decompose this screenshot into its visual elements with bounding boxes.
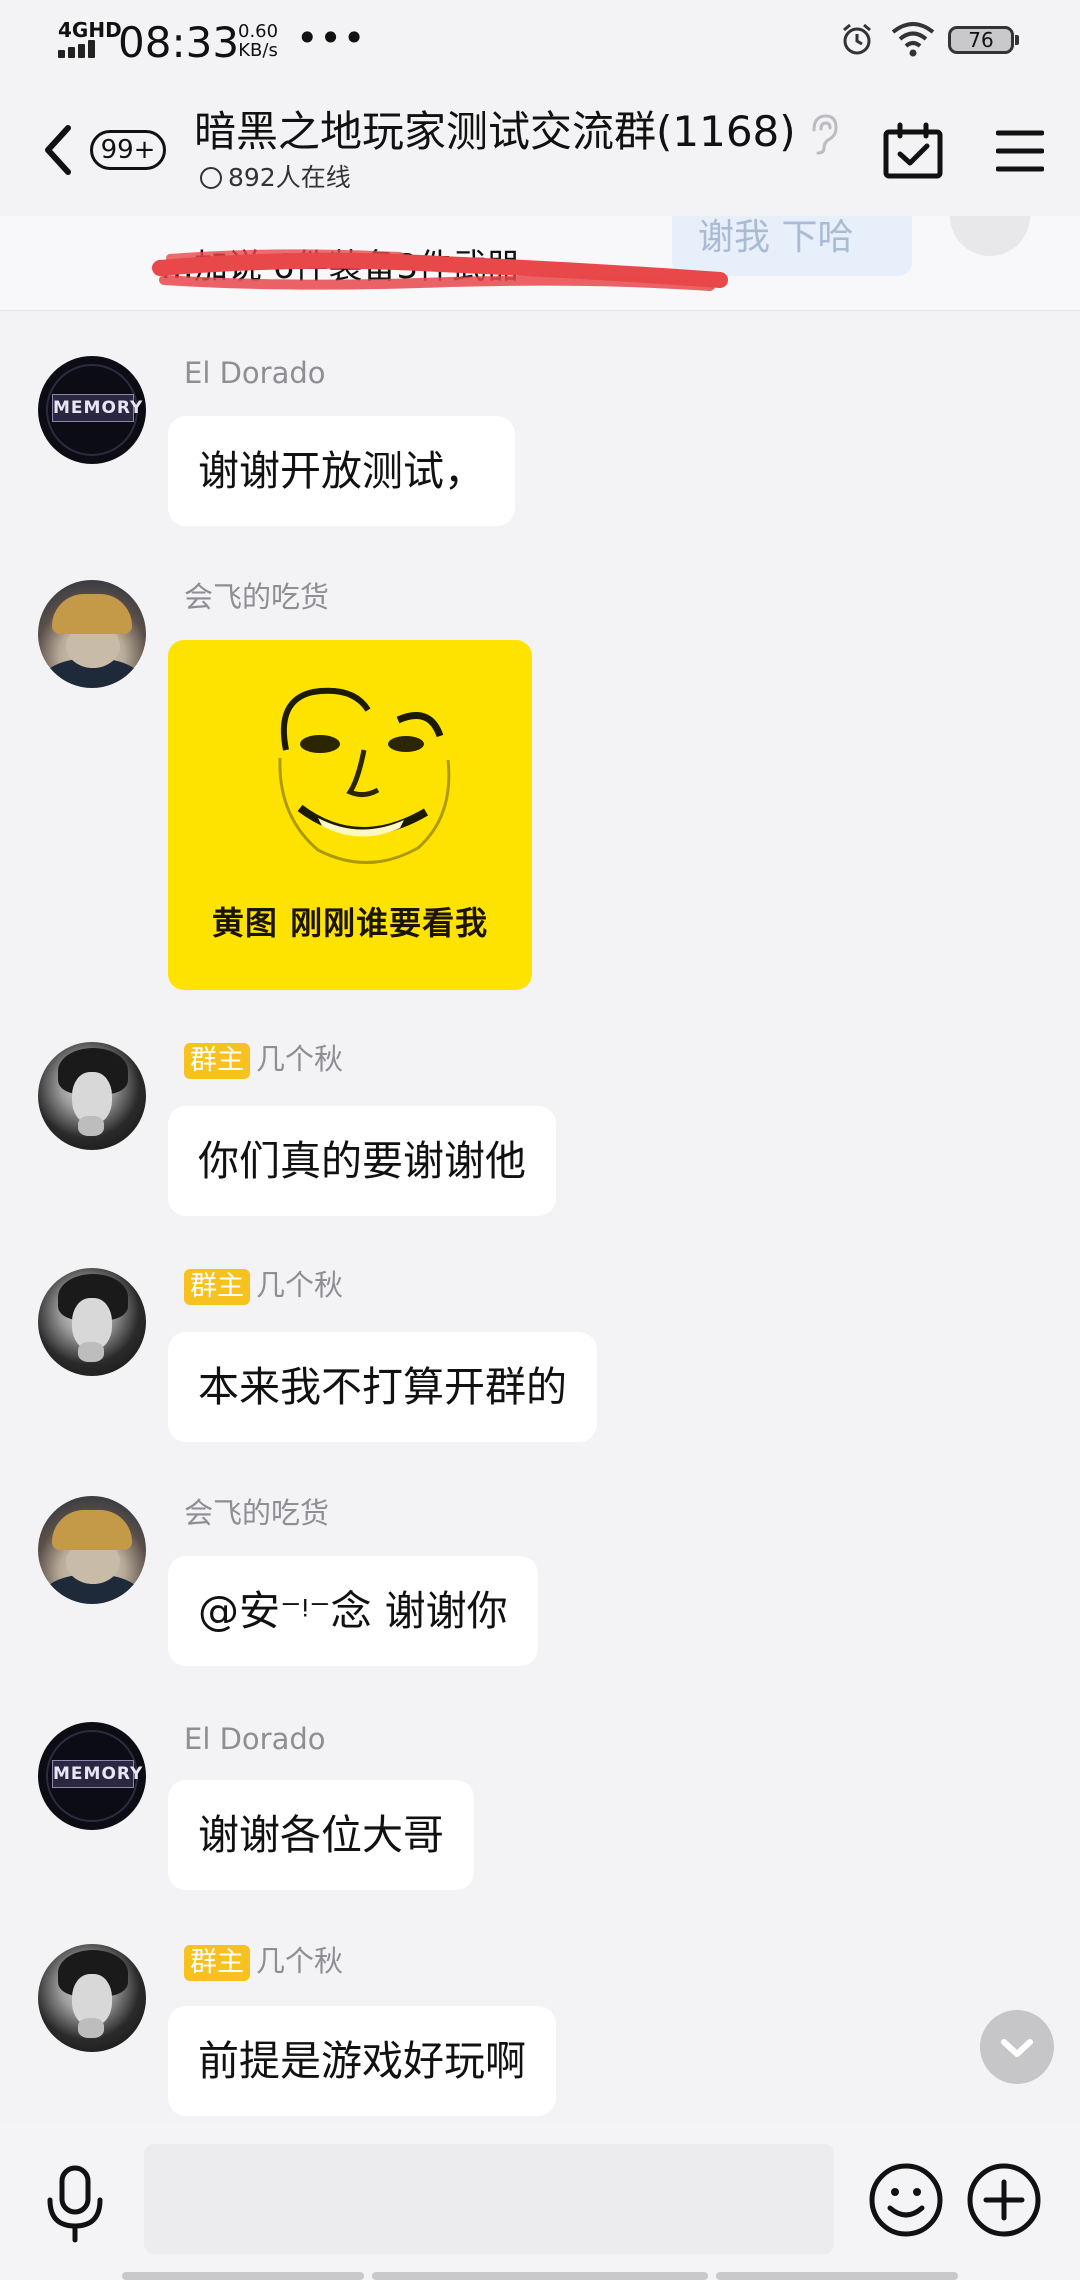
status-bar: 4GHD 08:33 0.60 KB/s ••• 76 (0, 0, 1080, 86)
signal-icon (58, 40, 104, 58)
message-bubble[interactable]: 本来我不打算开群的 (168, 1332, 597, 1442)
notice-avatar-fragment (950, 216, 1030, 256)
calendar-check-icon[interactable] (882, 122, 944, 180)
message-bubble[interactable]: 前提是游戏好玩啊 (168, 2006, 556, 2116)
network-speed: 0.60 KB/s (238, 22, 278, 60)
speed-value: 0.60 (238, 21, 279, 42)
group-owner-tag: 群主 (184, 1043, 250, 1079)
sender-name-row: 群主 几个秋 (184, 1944, 343, 1981)
online-check-icon (200, 167, 222, 189)
sticker-image[interactable]: 黄图 刚刚谁要看我 (168, 640, 532, 990)
pinned-notice-banner[interactable]: 谢我 下哈 …加说 6件装备3件武器 (0, 216, 1080, 311)
sender-name[interactable]: 会飞的吃货 (184, 580, 329, 614)
wifi-icon (891, 22, 935, 57)
message-input-bar (0, 2124, 1080, 2280)
sender-name-row: 群主 几个秋 (184, 1042, 343, 1079)
group-title[interactable]: 暗黑之地玩家测试交流群(1168) (194, 104, 796, 160)
message-bubble[interactable]: @安⁻ᵎ⁻念 谢谢你 (168, 1556, 538, 1666)
redaction-scribble (152, 249, 728, 291)
sender-avatar[interactable] (38, 580, 146, 688)
speed-unit: KB/s (238, 40, 278, 61)
microphone-icon[interactable] (42, 2164, 108, 2244)
message-bubble[interactable]: 你们真的要谢谢他 (168, 1106, 556, 1216)
more-notifications-icon: ••• (296, 16, 367, 60)
network-type: 4GHD (58, 18, 122, 42)
sender-name-row: 群主 几个秋 (184, 1268, 343, 1305)
keyboard-strip-right (716, 2272, 958, 2280)
chevron-down-icon (1001, 2039, 1033, 2057)
memory-logo-text: MEMORY (52, 394, 142, 422)
sender-avatar[interactable] (38, 1268, 146, 1376)
scroll-to-bottom-button[interactable] (980, 2010, 1054, 2084)
message-bubble[interactable]: 谢谢开放测试， (168, 416, 515, 526)
group-owner-tag: 群主 (184, 1269, 250, 1305)
battery-icon: 76 (948, 26, 1019, 54)
sender-avatar[interactable] (38, 1042, 146, 1150)
sender-name[interactable]: 几个秋 (256, 1944, 343, 1978)
clock: 08:33 (118, 18, 240, 67)
sender-name[interactable]: 几个秋 (256, 1268, 343, 1302)
menu-icon[interactable] (996, 128, 1044, 174)
sender-name[interactable]: El Dorado (184, 1722, 326, 1756)
memory-logo-text: MEMORY (52, 1760, 142, 1788)
sender-name[interactable]: 几个秋 (256, 1042, 343, 1076)
sender-name[interactable]: El Dorado (184, 356, 326, 390)
online-status: 892人在线 (200, 162, 351, 194)
sender-avatar[interactable] (38, 1496, 146, 1604)
sender-avatar[interactable]: MEMORY (38, 356, 146, 464)
ear-icon[interactable] (806, 112, 840, 156)
meme-face-icon (278, 687, 451, 864)
message-text-input[interactable] (144, 2144, 834, 2254)
alarm-icon (843, 23, 871, 55)
keyboard-strip-center (372, 2272, 708, 2280)
message-bubble[interactable]: 谢谢各位大哥 (168, 1780, 474, 1890)
group-owner-tag: 群主 (184, 1945, 250, 1981)
unread-count-badge[interactable]: 99+ (90, 130, 166, 170)
sender-avatar[interactable]: MEMORY (38, 1722, 146, 1830)
sender-avatar[interactable] (38, 1944, 146, 2052)
back-arrow-icon[interactable] (40, 122, 76, 178)
plus-icon[interactable] (966, 2162, 1042, 2238)
emoji-icon[interactable] (868, 2162, 944, 2238)
sender-name[interactable]: 会飞的吃货 (184, 1496, 329, 1530)
online-count: 892人在线 (228, 163, 351, 192)
keyboard-strip-left (122, 2272, 364, 2280)
sticker-caption: 黄图 刚刚谁要看我 (211, 904, 489, 942)
chat-header: 99+ 暗黑之地玩家测试交流群(1168) 892人在线 (0, 86, 1080, 216)
